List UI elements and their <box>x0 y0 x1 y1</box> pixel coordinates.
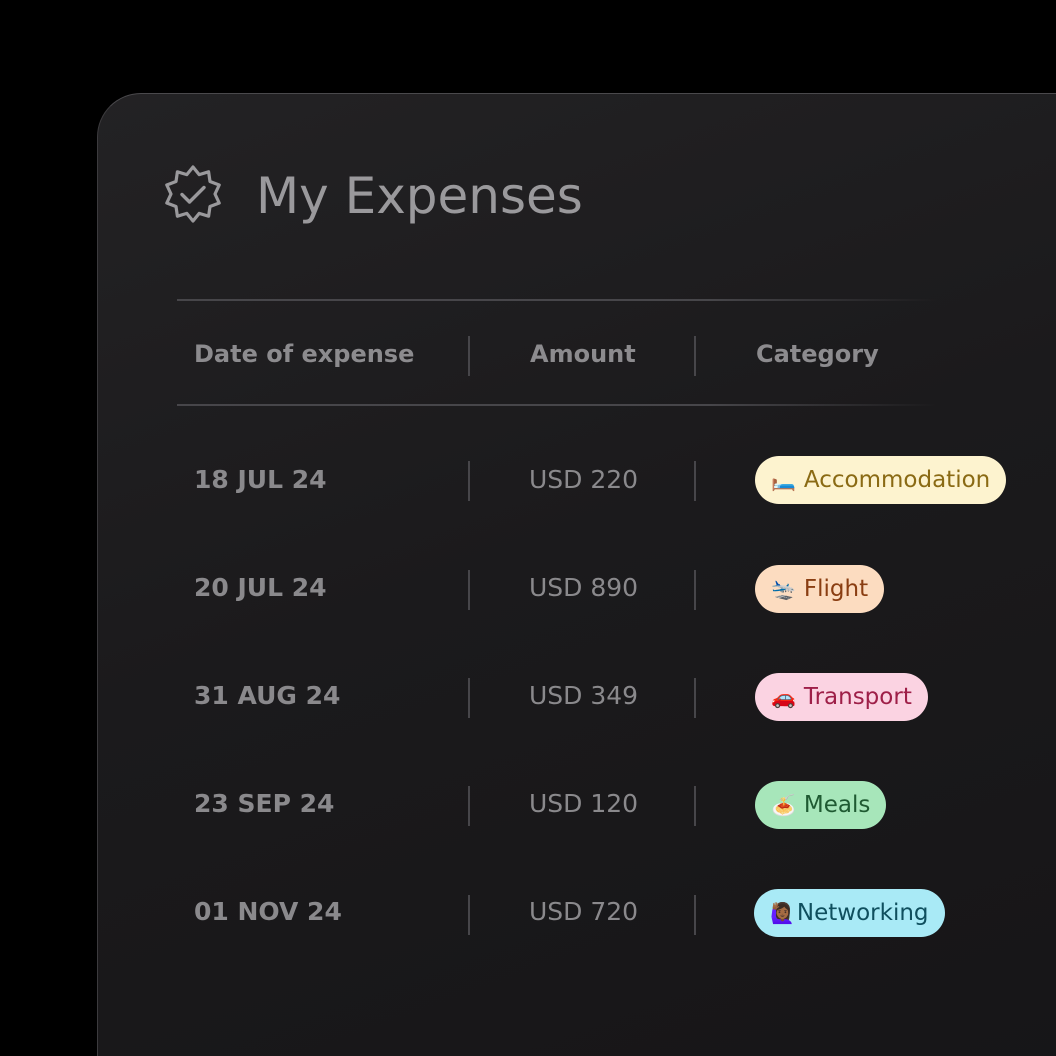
category-pill-accommodation[interactable]: 🛏️ Accommodation <box>755 456 1007 504</box>
expense-amount: USD 220 <box>529 465 639 494</box>
page-header: My Expenses <box>160 158 583 234</box>
cell-divider <box>694 678 696 718</box>
stage: My Expenses Date of expense Amount Categ… <box>0 0 1056 1056</box>
category-pill-transport[interactable]: 🚗 Transport <box>755 673 928 721</box>
column-header-date[interactable]: Date of expense <box>194 340 414 368</box>
page-title: My Expenses <box>256 167 583 225</box>
category-pill-flight[interactable]: 🛬 Flight <box>755 565 885 613</box>
category-label: Transport <box>803 684 912 710</box>
category-pill-meals[interactable]: 🍝 Meals <box>755 781 887 829</box>
expense-date: 23 SEP 24 <box>194 789 335 818</box>
expense-amount: USD 120 <box>529 789 639 818</box>
pasta-icon: 🍝 <box>771 793 796 817</box>
header-rule-bottom <box>177 404 937 406</box>
cell-divider <box>468 678 470 718</box>
expense-amount: USD 720 <box>529 897 639 926</box>
column-header-amount[interactable]: Amount <box>530 340 636 368</box>
column-divider <box>694 336 696 376</box>
cell-divider <box>694 895 696 935</box>
expense-date: 01 NOV 24 <box>194 897 342 926</box>
expense-amount: USD 890 <box>529 573 639 602</box>
cell-divider <box>694 786 696 826</box>
expense-date: 31 AUG 24 <box>194 681 341 710</box>
category-label: Accommodation <box>803 467 991 493</box>
category-label: Flight <box>803 576 869 602</box>
category-label: Networking <box>796 900 929 926</box>
expense-date: 18 JUL 24 <box>194 465 327 494</box>
cell-divider <box>468 895 470 935</box>
cell-divider <box>694 461 696 501</box>
expense-amount: USD 349 <box>529 681 639 710</box>
category-pill-networking[interactable]: 🙋🏾‍♀️ Networking <box>754 889 945 937</box>
cell-divider <box>694 570 696 610</box>
cell-divider <box>468 461 470 501</box>
cell-divider <box>468 570 470 610</box>
column-header-category[interactable]: Category <box>756 340 879 368</box>
column-divider <box>468 336 470 376</box>
bed-icon: 🛏️ <box>771 468 796 492</box>
category-label: Meals <box>803 792 871 818</box>
car-icon: 🚗 <box>771 685 796 709</box>
header-rule-top <box>177 299 937 301</box>
person-raising-hand-icon: 🙋🏾‍♀️ <box>770 901 795 925</box>
airplane-arrival-icon: 🛬 <box>771 577 796 601</box>
cell-divider <box>468 786 470 826</box>
expense-date: 20 JUL 24 <box>194 573 327 602</box>
verified-badge-icon <box>165 165 221 223</box>
